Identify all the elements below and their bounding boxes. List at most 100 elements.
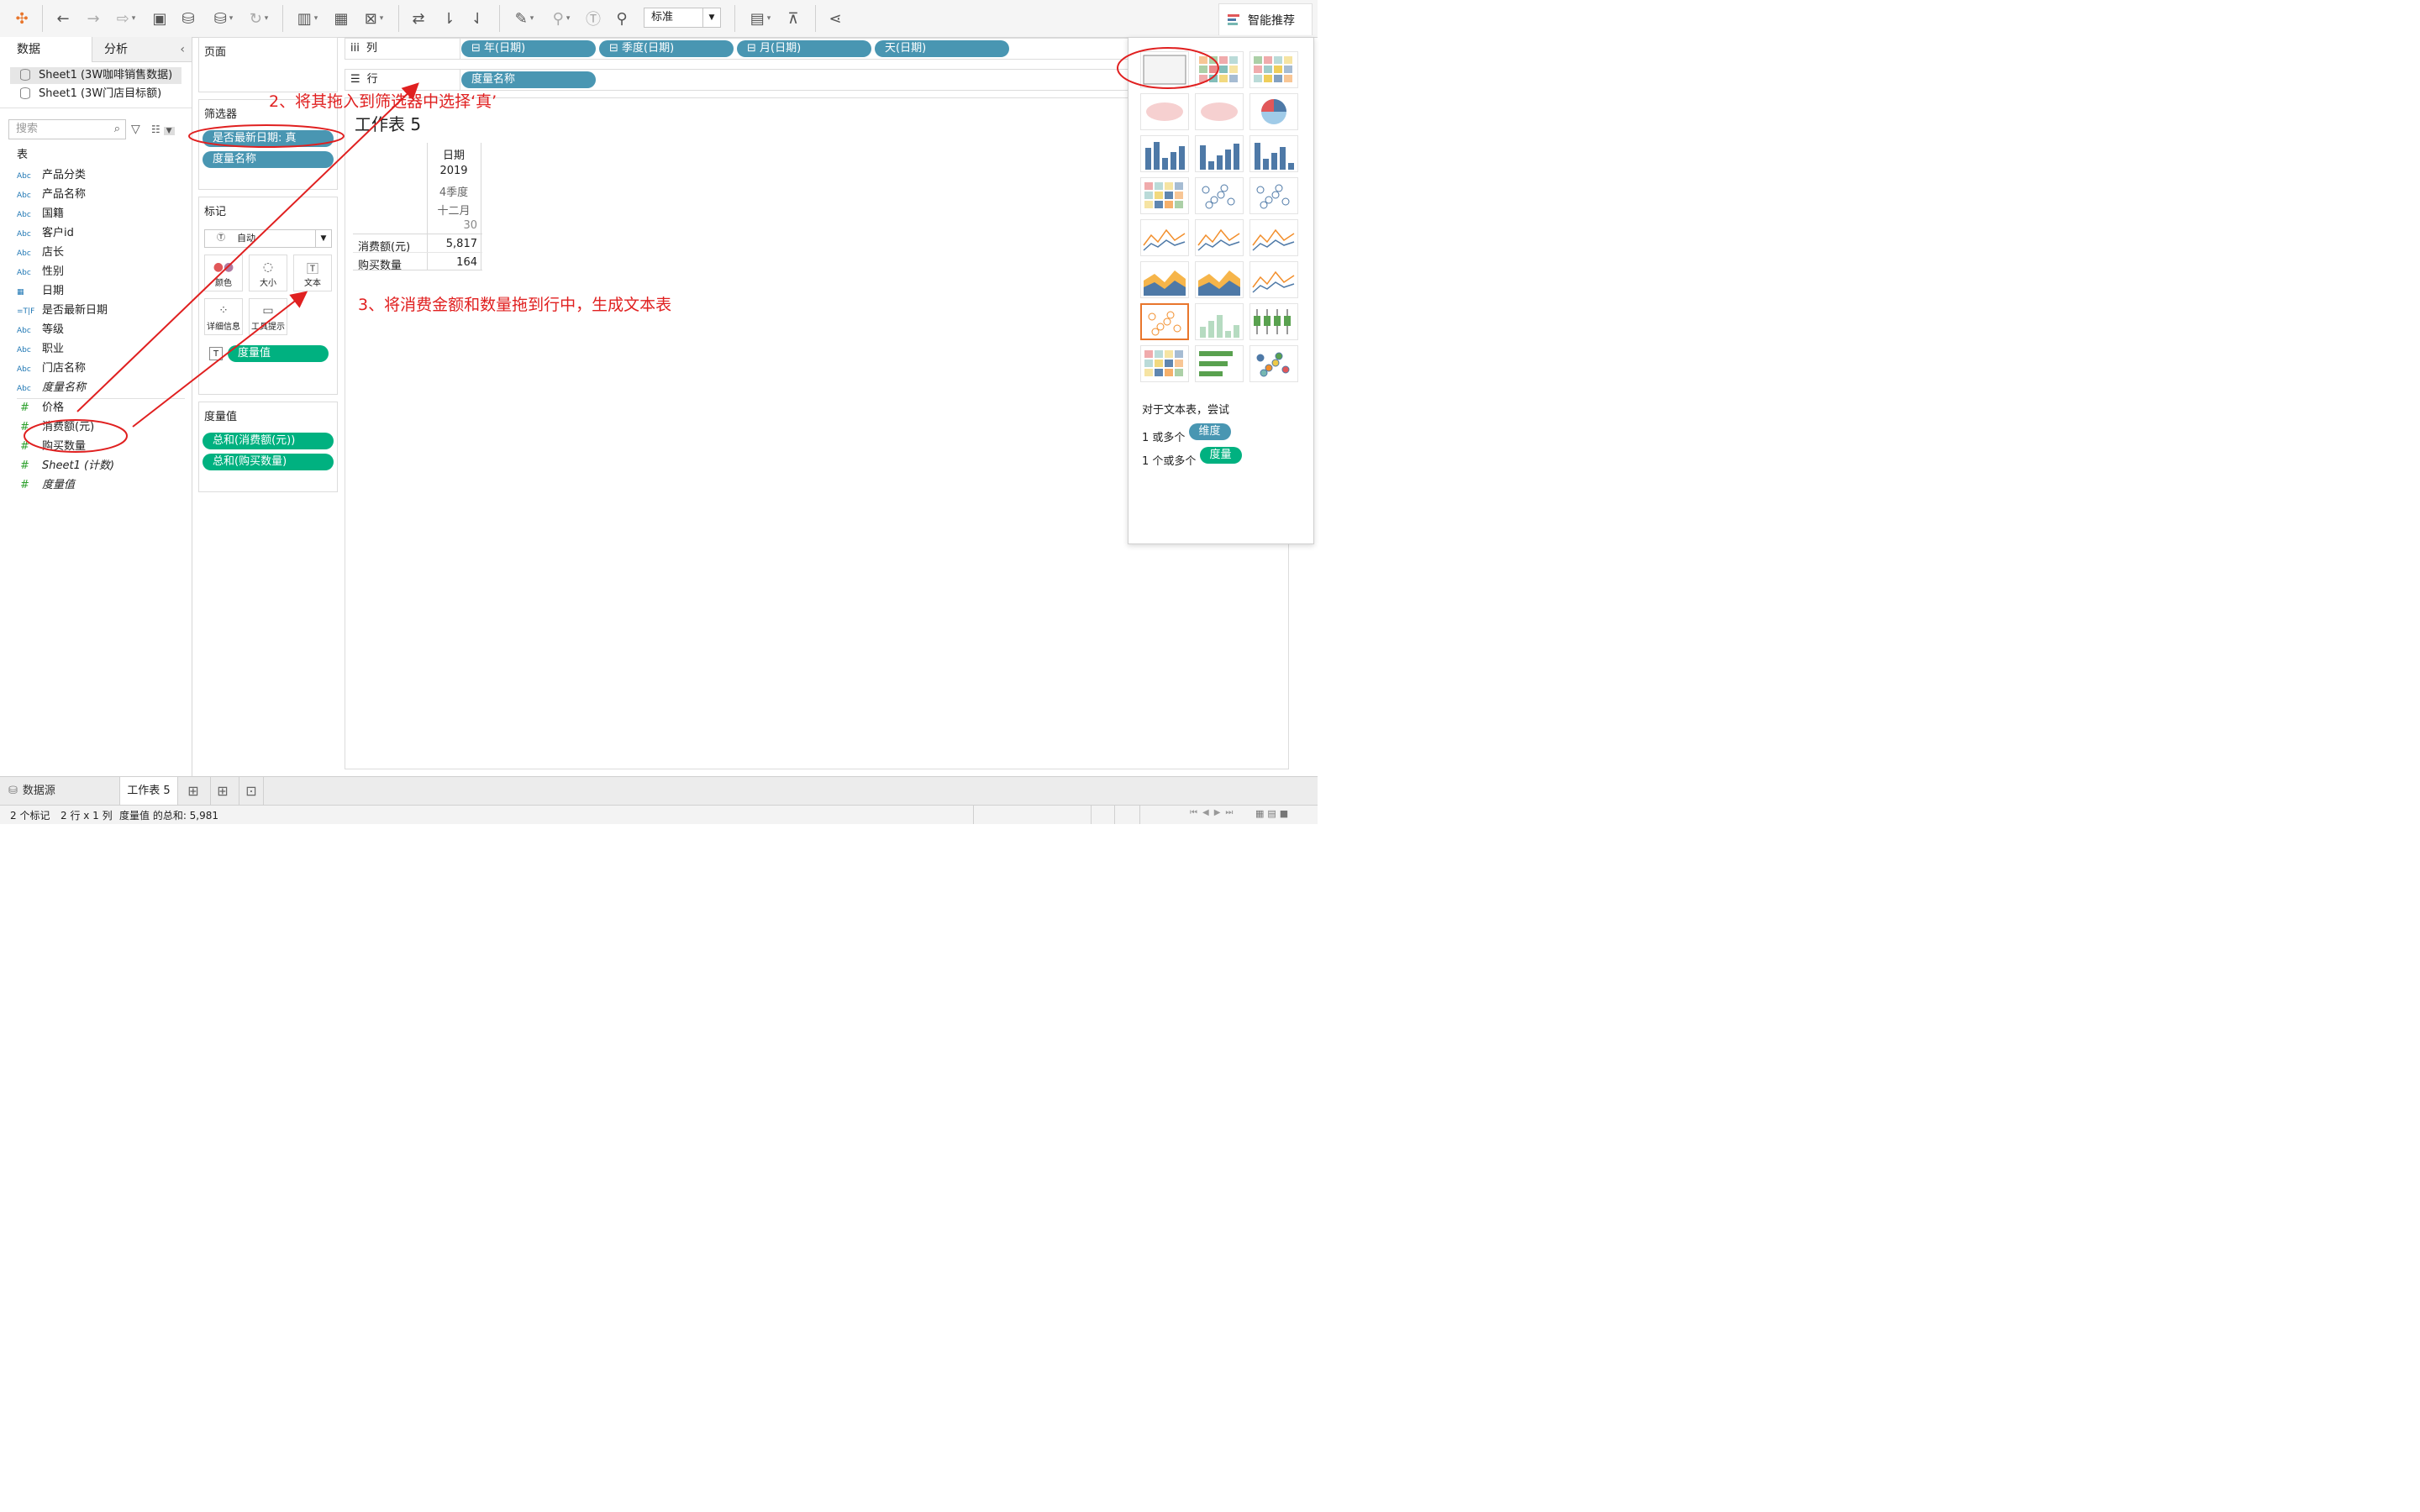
chart-type-area-continuous[interactable] <box>1140 261 1189 298</box>
cell-sales-value[interactable]: 5,817 <box>427 238 477 250</box>
row-pill-measure-names[interactable]: 度量名称 <box>461 71 596 88</box>
dimension-field[interactable]: Abc 产品名称 <box>17 186 86 204</box>
chart-type-area-discrete[interactable] <box>1195 261 1244 298</box>
labels-icon[interactable]: Ⓣ <box>581 7 605 30</box>
sheet-title[interactable]: 工作表 5 <box>355 111 421 135</box>
chart-type-side-by-side-circles[interactable] <box>1249 177 1298 214</box>
highlight-icon[interactable]: ✎ ▾ <box>508 7 541 30</box>
chart-type-text-table[interactable] <box>1140 51 1189 88</box>
chart-type-heat-map[interactable] <box>1249 51 1298 88</box>
chart-type-highlight-table[interactable] <box>1195 51 1244 88</box>
color-button[interactable]: ●● 颜色 <box>204 255 243 291</box>
chart-type-continuous-lines[interactable] <box>1140 219 1189 256</box>
group-icon[interactable]: ⚲ ▾ <box>544 7 578 30</box>
filter-pill-measure-names[interactable]: 度量名称 <box>203 151 334 168</box>
measure-field[interactable]: # 度量值 <box>17 476 75 495</box>
filter-icon[interactable]: ▽ <box>131 119 145 139</box>
new-story-tab-icon[interactable]: ⊡ <box>239 777 264 806</box>
sort-ascending-icon[interactable]: ⇂ <box>437 7 460 30</box>
tab-analysis[interactable]: 分析 ‹ <box>92 37 192 62</box>
chart-type-histogram[interactable] <box>1195 303 1244 340</box>
column-pill-quarter[interactable]: ⊟ 季度(日期) <box>599 40 734 57</box>
header-day[interactable]: 30 <box>427 219 477 232</box>
chart-type-treemap[interactable] <box>1140 177 1189 214</box>
size-button[interactable]: ◌ 大小 <box>249 255 287 291</box>
view-options-icon[interactable]: ☷ ▼ <box>151 119 185 139</box>
dimension-field[interactable]: Abc 职业 <box>17 340 64 359</box>
dimension-field[interactable]: Abc 等级 <box>17 321 64 339</box>
column-pill-month[interactable]: ⊟ 月(日期) <box>737 40 871 57</box>
text-table[interactable]: 日期 2019 4季度 十二月 30 消费额(元) 5,817 购买数量 164 <box>353 143 482 272</box>
cell-quantity-value[interactable]: 164 <box>427 256 477 269</box>
marks-card[interactable]: 标记 Ⓣ 自动 ▼ ●● 颜色 ◌ 大小 🅃 文本 ⁘ 详细信息 ▭ 工具提示 T 度量值 <box>198 197 338 395</box>
dimension-field[interactable]: Abc 性别 <box>17 263 64 281</box>
dimension-field[interactable]: Abc 产品分类 <box>17 166 86 185</box>
duplicate-sheet-icon[interactable]: ▦ <box>329 7 353 30</box>
dimension-field[interactable]: Abc 国籍 <box>17 205 64 223</box>
sort-descending-icon[interactable]: ⇃ <box>466 7 489 30</box>
pin-icon[interactable]: ⚲ <box>610 7 634 30</box>
filter-pill-latest-date[interactable]: 是否最新日期: 真 <box>203 130 334 147</box>
chart-type-circle-views[interactable] <box>1195 177 1244 214</box>
clear-sheet-icon[interactable]: ⊠ ▾ <box>356 7 392 30</box>
chart-type-gantt-chart[interactable] <box>1140 345 1189 382</box>
redo-icon[interactable]: → <box>81 7 106 30</box>
pages-card[interactable]: 页面 <box>198 37 338 92</box>
dimension-field[interactable]: Abc 店长 <box>17 244 64 262</box>
tab-data[interactable]: 数据 <box>0 37 92 62</box>
chart-type-pie-chart[interactable] <box>1249 93 1298 130</box>
new-dashboard-tab-icon[interactable]: ⊞ <box>210 777 234 806</box>
header-quarter[interactable]: 4季度 <box>427 183 481 199</box>
mark-type-select[interactable]: Ⓣ 自动 ▼ <box>204 229 332 248</box>
row-header-quantity[interactable]: 购买数量 <box>358 256 402 272</box>
measure-field[interactable]: # 购买数量 <box>17 438 86 456</box>
dimension-field[interactable]: Abc 客户id <box>17 224 74 243</box>
chart-type-discrete-lines[interactable] <box>1195 219 1244 256</box>
share-icon[interactable]: ⋖ <box>823 7 847 30</box>
presentation-icon[interactable]: ⊼ <box>781 7 805 30</box>
filters-card[interactable]: 筛选器 是否最新日期: 真 度量名称 <box>198 99 338 190</box>
chart-type-symbol-map[interactable] <box>1140 93 1189 130</box>
new-worksheet-icon[interactable]: ▥ ▾ <box>289 7 326 30</box>
tab-worksheet-5[interactable]: 工作表 5 <box>119 777 178 806</box>
save-icon[interactable]: ▣ <box>148 7 171 30</box>
undo-icon[interactable]: ← <box>50 7 76 30</box>
column-pill-day[interactable]: 天(日期) <box>875 40 1009 57</box>
chart-type-side-by-side-bars[interactable] <box>1249 135 1298 172</box>
chart-type-dual-combination[interactable] <box>1249 261 1298 298</box>
chart-type-horizontal-bars[interactable] <box>1140 135 1189 172</box>
dimension-field[interactable]: ▦ 日期 <box>17 282 64 301</box>
datasource-menu-icon[interactable]: ⛁ ▾ <box>205 7 242 30</box>
row-header-sales[interactable]: 消费额(元) <box>358 238 410 254</box>
tableau-logo-icon[interactable]: ✣ <box>10 7 34 30</box>
dimension-field[interactable]: Abc 门店名称 <box>17 360 86 378</box>
tab-datasource[interactable]: ⛁ 数据源 <box>0 777 118 806</box>
datasource-item-store-target[interactable]: Sheet1 (3W门店目标额) <box>10 86 182 102</box>
swap-icon[interactable]: ⇄ <box>407 7 430 30</box>
sheet-view-icon[interactable]: ▦▤■ <box>1255 808 1292 819</box>
chart-type-stacked-bars[interactable] <box>1195 135 1244 172</box>
measure-values-card[interactable]: 度量值 总和(消费额(元)) 总和(购买数量) <box>198 402 338 492</box>
sheet-navigation-icon[interactable]: ⏮◀▶⏭ <box>1190 808 1238 817</box>
measure-value-pill-sales[interactable]: 总和(消费额(元)) <box>203 433 334 449</box>
header-month[interactable]: 十二月 <box>427 202 481 218</box>
text-button[interactable]: 🅃 文本 <box>293 255 332 291</box>
header-year[interactable]: 2019 <box>427 165 481 177</box>
tooltip-button[interactable]: ▭ 工具提示 <box>249 298 287 335</box>
marks-pill-measure-values[interactable]: 度量值 <box>228 345 329 362</box>
column-pill-year[interactable]: ⊟ 年(日期) <box>461 40 596 57</box>
chart-type-dual-lines[interactable] <box>1249 219 1298 256</box>
search-input[interactable]: 搜索 ⌕ <box>8 119 126 139</box>
chart-type-filled-map[interactable] <box>1195 93 1244 130</box>
refresh-icon[interactable]: ↻ ▾ <box>242 7 276 30</box>
new-datasource-icon[interactable]: ⛁ <box>176 7 200 30</box>
replay-icon[interactable]: ⇨ ▾ <box>109 7 143 30</box>
chart-type-bullet-graph[interactable] <box>1195 345 1244 382</box>
chart-type-box-whisker[interactable] <box>1249 303 1298 340</box>
show-me-button[interactable]: 智能推荐 <box>1218 3 1313 35</box>
detail-button[interactable]: ⁘ 详细信息 <box>204 298 243 335</box>
chart-type-scatter-plot[interactable] <box>1140 303 1189 340</box>
dimension-field[interactable]: =T|F 是否最新日期 <box>17 302 108 320</box>
fit-select[interactable]: 标准 ▼ <box>644 8 721 28</box>
show-cards-icon[interactable]: ▤ ▾ <box>743 7 778 30</box>
